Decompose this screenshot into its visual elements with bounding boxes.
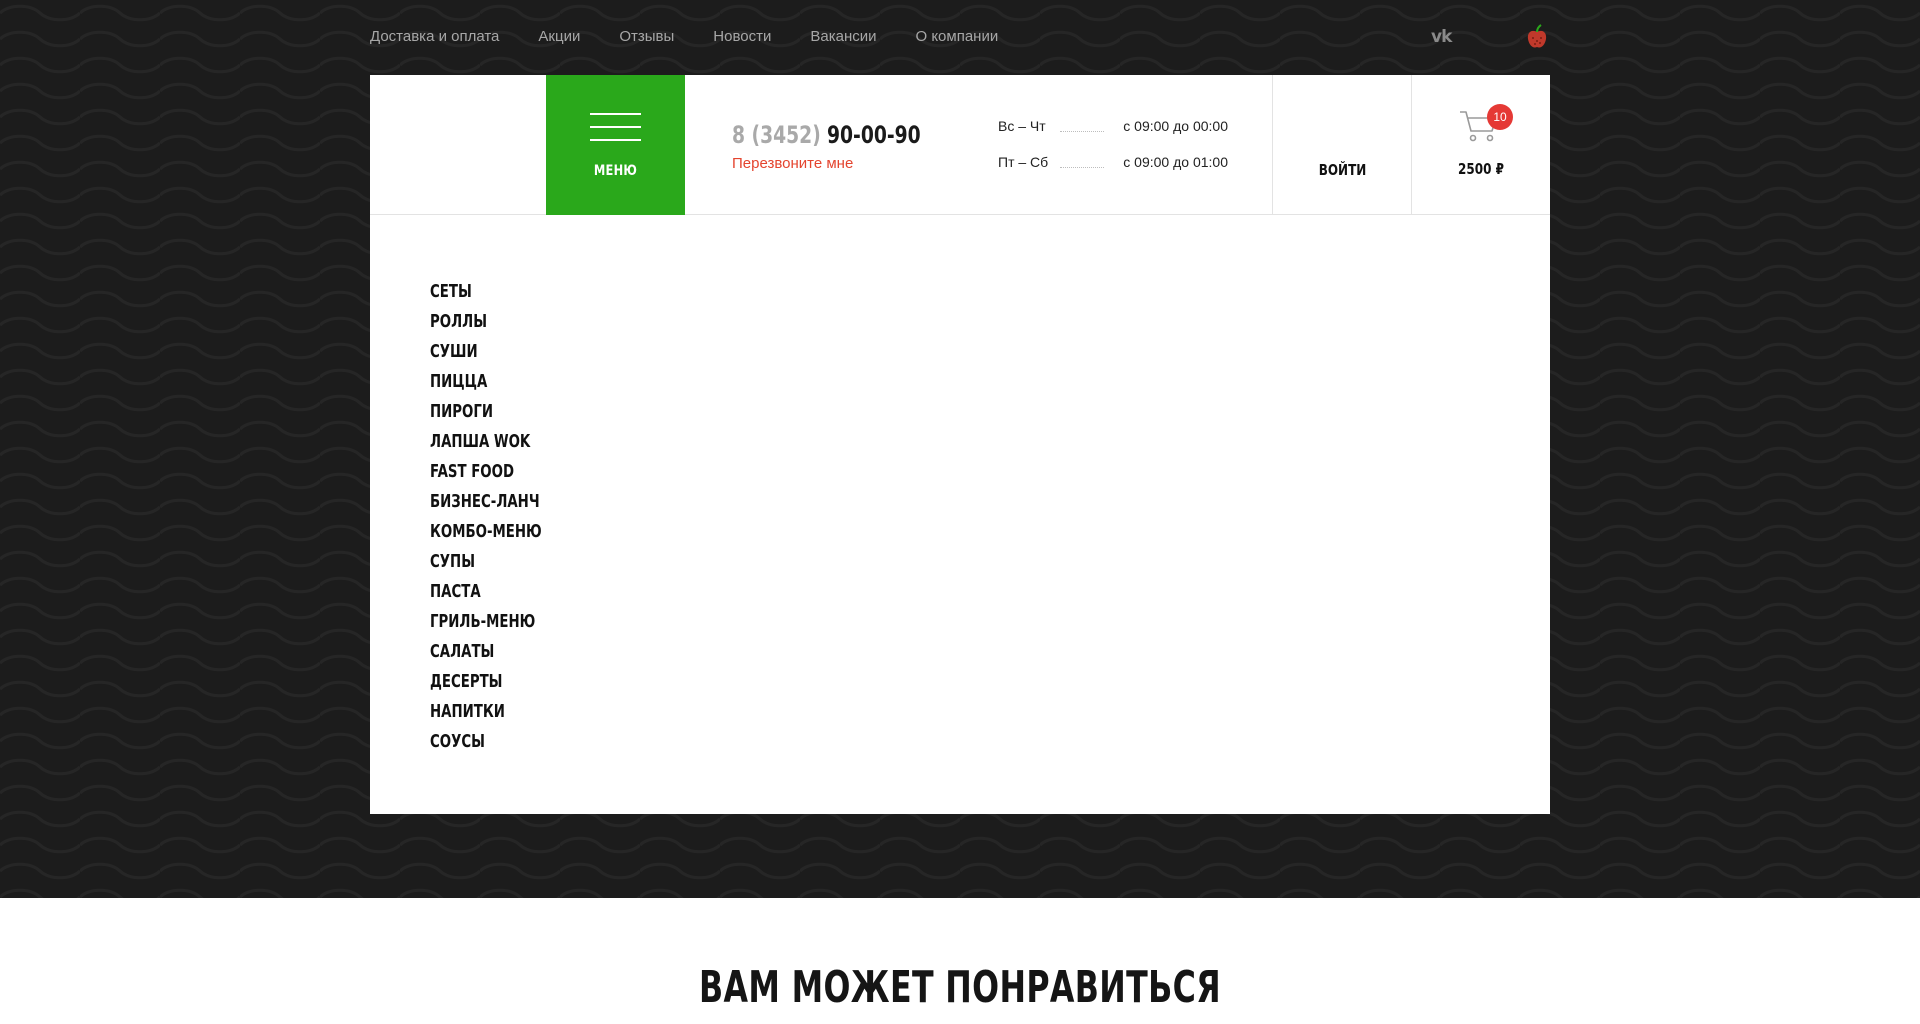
nav-link-reviews[interactable]: Отзывы	[619, 27, 674, 47]
category-item-sauces[interactable]: СОУСЫ	[430, 727, 542, 757]
category-item-pies[interactable]: ПИРОГИ	[430, 397, 542, 427]
phone-number[interactable]: 8 (3452) 90-00-90	[732, 121, 921, 149]
hours-row: Пт – Сб с 09:00 до 01:00	[998, 154, 1228, 172]
hours-time: с 09:00 до 00:00	[1123, 118, 1228, 134]
category-list: СЕТЫ РОЛЛЫ СУШИ ПИЦЦА ПИРОГИ ЛАПША WOK F…	[430, 277, 581, 757]
cart-count-badge: 10	[1487, 104, 1513, 130]
phone-digits: 90-00-90	[827, 121, 921, 149]
hamburger-icon	[590, 113, 641, 115]
category-item-pasta[interactable]: ПАСТА	[430, 577, 542, 607]
menu-button[interactable]: МЕНЮ	[546, 75, 685, 215]
cart-button[interactable]: 10 2500 ₽	[1412, 75, 1550, 215]
login-label: ВОЙТИ	[1318, 161, 1367, 179]
category-item-rolls[interactable]: РОЛЛЫ	[430, 307, 542, 337]
category-item-wok[interactable]: ЛАПША WOK	[430, 427, 542, 457]
category-item-combo[interactable]: КОМБО-МЕНЮ	[430, 517, 542, 547]
hamburger-icon-line	[590, 139, 641, 141]
site-header: МЕНЮ 8 (3452) 90-00-90 Перезвоните мне Вс…	[370, 75, 1550, 215]
login-button[interactable]: ВОЙТИ	[1273, 75, 1412, 215]
section-title: ВАМ МОЖЕТ ПОНРАВИТЬСЯ	[698, 962, 1222, 1013]
nav-link-promotions[interactable]: Акции	[538, 27, 580, 47]
hamburger-icon-line	[590, 126, 641, 128]
hours-divider	[1060, 131, 1104, 132]
apple-icon[interactable]	[1525, 24, 1549, 50]
hours-divider	[1060, 167, 1104, 168]
callback-link[interactable]: Перезвоните мне	[732, 155, 853, 173]
category-item-sushi[interactable]: СУШИ	[430, 337, 542, 367]
nav-link-news[interactable]: Новости	[713, 27, 771, 47]
top-navigation: Доставка и оплата Акции Отзывы Новости В…	[370, 27, 1037, 47]
vk-icon[interactable]: vk	[1431, 27, 1459, 47]
category-item-soups[interactable]: СУПЫ	[430, 547, 542, 577]
hours-row: Вс – Чт с 09:00 до 00:00	[998, 118, 1228, 136]
menu-panel: МЕНЮ 8 (3452) 90-00-90 Перезвоните мне Вс…	[370, 75, 1550, 814]
category-item-fast-food[interactable]: FAST FOOD	[430, 457, 542, 487]
category-item-business-lunch[interactable]: БИЗНЕС-ЛАНЧ	[430, 487, 542, 517]
cart-total: 2500 ₽	[1458, 160, 1504, 178]
category-item-sets[interactable]: СЕТЫ	[430, 277, 542, 307]
menu-button-label: МЕНЮ	[593, 163, 638, 179]
nav-link-vacancies[interactable]: Вакансии	[810, 27, 876, 47]
nav-link-about[interactable]: О компании	[915, 27, 998, 47]
category-item-salads[interactable]: САЛАТЫ	[430, 637, 542, 667]
category-item-grill[interactable]: ГРИЛЬ-МЕНЮ	[430, 607, 542, 637]
phone-code: 8 (3452)	[732, 121, 821, 149]
category-item-drinks[interactable]: НАПИТКИ	[430, 697, 542, 727]
hours-day: Вс – Чт	[998, 118, 1046, 134]
nav-link-delivery[interactable]: Доставка и оплата	[370, 27, 499, 47]
category-item-pizza[interactable]: ПИЦЦА	[430, 367, 542, 397]
category-item-desserts[interactable]: ДЕСЕРТЫ	[430, 667, 542, 697]
hours-time: с 09:00 до 01:00	[1123, 154, 1228, 170]
hours-day: Пт – Сб	[998, 154, 1049, 170]
hero-background: Доставка и оплата Акции Отзывы Новости В…	[0, 0, 1920, 898]
